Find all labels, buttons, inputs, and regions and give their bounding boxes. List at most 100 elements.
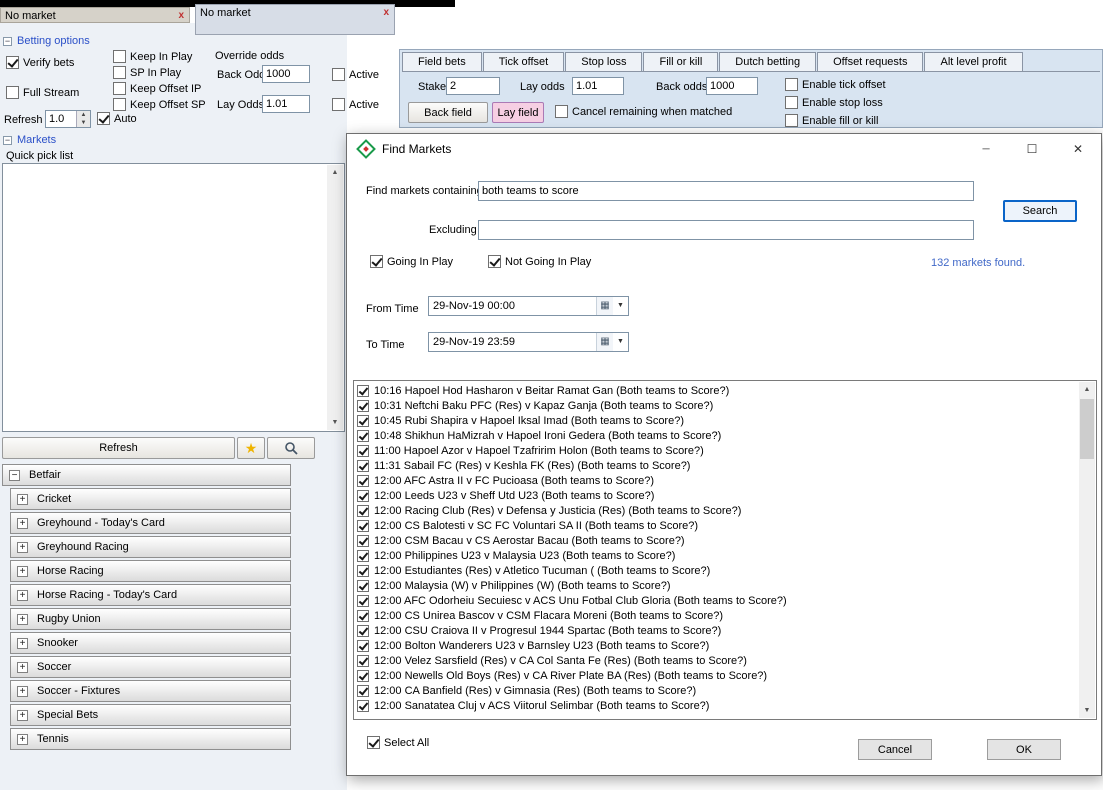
refresh-button[interactable]: Refresh (2, 437, 235, 459)
scrollbar[interactable]: ▲ ▼ (327, 165, 343, 430)
market-row[interactable]: 12:00 Malaysia (W) v Philippines (W) (Bo… (357, 578, 1076, 593)
from-time-picker[interactable]: 29-Nov-19 00:00 ▦ ▼ (428, 296, 629, 316)
expand-icon[interactable]: + (17, 542, 28, 553)
maximize-icon[interactable]: ☐ (1009, 134, 1055, 164)
market-row[interactable]: 10:45 Rubi Shapira v Hapoel Iksal Imad (… (357, 413, 1076, 428)
market-row[interactable]: 12:00 CA Banfield (Res) v Gimnasia (Res)… (357, 683, 1076, 698)
scroll-down-icon[interactable]: ▼ (1079, 703, 1095, 718)
tree-node[interactable]: + Horse Racing (10, 560, 291, 582)
tree-node[interactable]: + Soccer - Fixtures (10, 680, 291, 702)
tree-node[interactable]: + Soccer (10, 656, 291, 678)
market-checkbox[interactable] (357, 655, 369, 667)
expand-icon[interactable]: + (17, 710, 28, 721)
tree-node[interactable]: + Special Bets (10, 704, 291, 726)
dropdown-icon[interactable]: ▼ (613, 297, 628, 315)
market-row[interactable]: 12:00 CS Unirea Bascov v CSM Flacara Mor… (357, 608, 1076, 623)
market-checkbox[interactable] (357, 595, 369, 607)
tree-node[interactable]: + Snooker (10, 632, 291, 654)
to-time-picker[interactable]: 29-Nov-19 23:59 ▦ ▼ (428, 332, 629, 352)
cancel-button[interactable]: Cancel (858, 739, 932, 760)
market-row[interactable]: 10:48 Shikhun HaMizrah v Hapoel Ironi Ge… (357, 428, 1076, 443)
market-checkbox[interactable] (357, 385, 369, 397)
market-checkbox[interactable] (357, 550, 369, 562)
field-tab[interactable]: Fill or kill (643, 52, 718, 71)
back-odds-active-checkbox[interactable]: Active (332, 68, 379, 81)
scroll-up-icon[interactable]: ▲ (1079, 382, 1095, 397)
select-all-checkbox[interactable]: Select All (367, 736, 429, 749)
market-checkbox[interactable] (357, 700, 369, 712)
field-tab[interactable]: Field bets (402, 52, 482, 71)
field-tab[interactable]: Stop loss (565, 52, 642, 71)
market-row[interactable]: 10:16 Hapoel Hod Hasharon v Beitar Ramat… (357, 383, 1076, 398)
not-going-in-play-checkbox[interactable]: Not Going In Play (488, 255, 591, 268)
field-tab[interactable]: Alt level profit (924, 52, 1022, 71)
keep-offset-sp-checkbox[interactable]: Keep Offset SP (113, 98, 206, 111)
full-stream-checkbox[interactable]: Full Stream (6, 86, 79, 99)
market-tab-1[interactable]: No market x (0, 7, 190, 23)
scroll-up-icon[interactable]: ▲ (327, 165, 343, 180)
market-row[interactable]: 12:00 Racing Club (Res) v Defensa y Just… (357, 503, 1076, 518)
verify-bets-checkbox[interactable]: Verify bets (6, 56, 74, 69)
collapse-icon[interactable]: − (3, 37, 12, 46)
close-icon[interactable]: ✕ (1055, 134, 1101, 164)
markets-list[interactable]: 10:16 Hapoel Hod Hasharon v Beitar Ramat… (353, 380, 1097, 720)
enable-fill-or-kill-checkbox[interactable]: Enable fill or kill (785, 114, 878, 127)
markets-header[interactable]: − Markets (3, 134, 56, 146)
lay-odds-input[interactable] (572, 77, 624, 95)
market-checkbox[interactable] (357, 460, 369, 472)
search-button[interactable]: Search (1003, 200, 1077, 222)
lay-odds-active-checkbox[interactable]: Active (332, 98, 379, 111)
tree-node[interactable]: + Rugby Union (10, 608, 291, 630)
calendar-icon[interactable]: ▦ (596, 333, 613, 351)
expand-icon[interactable]: + (17, 638, 28, 649)
expand-icon[interactable]: + (17, 662, 28, 673)
tree-node[interactable]: + Tennis (10, 728, 291, 750)
expand-icon[interactable]: + (17, 518, 28, 529)
expand-icon[interactable]: + (17, 686, 28, 697)
scroll-down-icon[interactable]: ▼ (327, 415, 343, 430)
market-checkbox[interactable] (357, 580, 369, 592)
dialog-titlebar[interactable]: Find Markets ─ ☐ ✕ (347, 134, 1101, 164)
market-checkbox[interactable] (357, 430, 369, 442)
keep-offset-ip-checkbox[interactable]: Keep Offset IP (113, 82, 201, 95)
favorites-button[interactable]: ★ (237, 437, 265, 459)
market-row[interactable]: 12:00 Leeds U23 v Sheff Utd U23 (Both te… (357, 488, 1076, 503)
market-checkbox[interactable] (357, 475, 369, 487)
market-checkbox[interactable] (357, 685, 369, 697)
sp-in-play-checkbox[interactable]: SP In Play (113, 66, 181, 79)
market-row[interactable]: 12:00 Velez Sarsfield (Res) v CA Col San… (357, 653, 1076, 668)
market-checkbox[interactable] (357, 610, 369, 622)
market-row[interactable]: 11:31 Sabail FC (Res) v Keshla FK (Res) … (357, 458, 1076, 473)
cancel-remaining-checkbox[interactable]: Cancel remaining when matched (555, 105, 732, 118)
market-checkbox[interactable] (357, 520, 369, 532)
lay-odds-input[interactable] (262, 95, 310, 113)
expand-icon[interactable]: + (17, 614, 28, 625)
market-checkbox[interactable] (357, 400, 369, 412)
market-row[interactable]: 12:00 CSM Bacau v CS Aerostar Bacau (Bot… (357, 533, 1076, 548)
expand-icon[interactable]: + (17, 590, 28, 601)
spin-down-icon[interactable]: ▼ (77, 119, 90, 127)
minimize-icon[interactable]: ─ (963, 134, 1009, 164)
field-tab[interactable]: Offset requests (817, 52, 923, 71)
betting-options-header[interactable]: − Betting options (3, 35, 90, 47)
market-checkbox[interactable] (357, 625, 369, 637)
expand-icon[interactable]: + (17, 566, 28, 577)
expand-icon[interactable]: + (17, 734, 28, 745)
tree-node-betfair[interactable]: − Betfair (2, 464, 291, 486)
tab-close-icon[interactable]: x (173, 8, 189, 23)
market-checkbox[interactable] (357, 445, 369, 457)
going-in-play-checkbox[interactable]: Going In Play (370, 255, 453, 268)
enable-tick-offset-checkbox[interactable]: Enable tick offset (785, 78, 886, 91)
dropdown-icon[interactable]: ▼ (613, 333, 628, 351)
excluding-input[interactable] (478, 220, 974, 240)
back-odds-input[interactable] (262, 65, 310, 83)
enable-stop-loss-checkbox[interactable]: Enable stop loss (785, 96, 883, 109)
field-tab[interactable]: Dutch betting (719, 52, 816, 71)
market-row[interactable]: 10:31 Neftchi Baku PFC (Res) v Kapaz Gan… (357, 398, 1076, 413)
tree-node[interactable]: + Greyhound - Today's Card (10, 512, 291, 534)
back-field-button[interactable]: Back field (408, 102, 488, 123)
market-checkbox[interactable] (357, 670, 369, 682)
find-markets-button[interactable] (267, 437, 315, 459)
spin-up-icon[interactable]: ▲ (77, 111, 90, 119)
market-checkbox[interactable] (357, 505, 369, 517)
